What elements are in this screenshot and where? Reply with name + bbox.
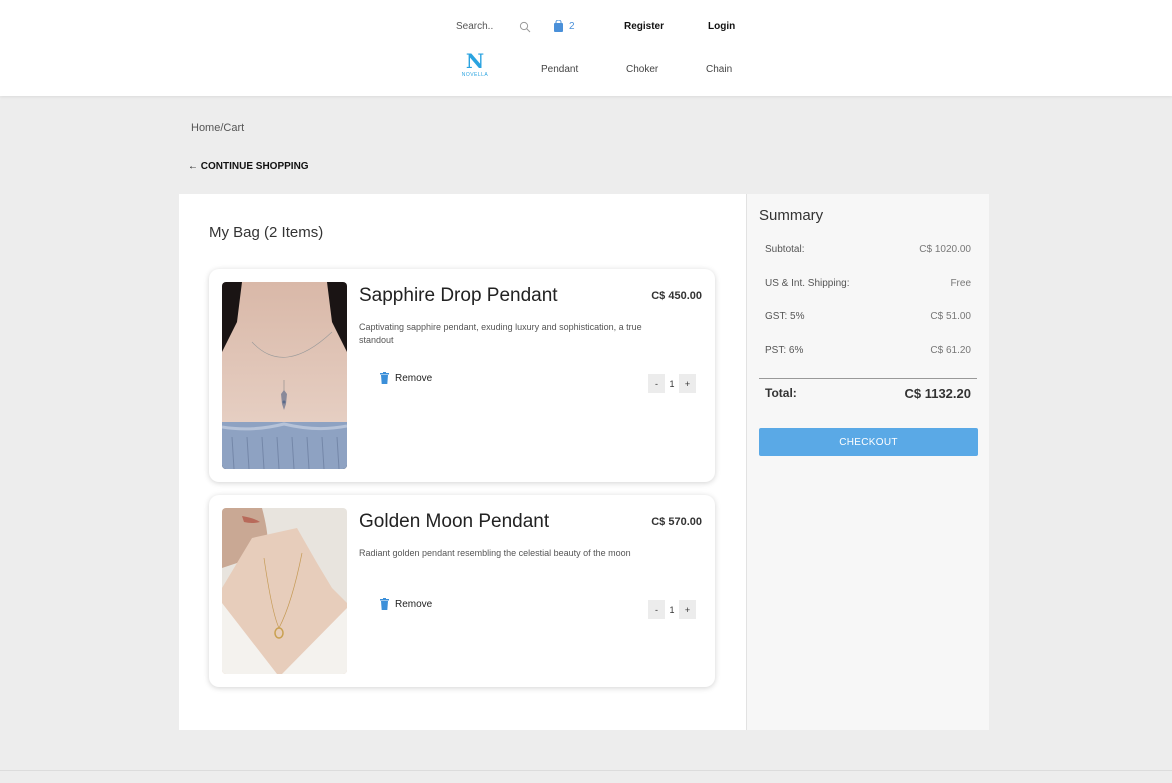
trash-icon bbox=[380, 598, 389, 610]
remove-item-button[interactable]: Remove bbox=[380, 372, 432, 384]
product-name[interactable]: Golden Moon Pendant bbox=[359, 511, 549, 533]
cart-item-card: Golden Moon Pendant C$ 570.00 Radiant go… bbox=[209, 495, 715, 687]
cart-count-badge[interactable]: 2 bbox=[569, 21, 575, 32]
search-input[interactable]: Search.. bbox=[456, 21, 493, 32]
summary-divider bbox=[759, 378, 977, 379]
quantity-stepper: - 1 + bbox=[648, 600, 696, 619]
quantity-decrease-button[interactable]: - bbox=[648, 374, 665, 393]
search-icon[interactable] bbox=[519, 21, 531, 33]
product-description: Radiant golden pendant resembling the ce… bbox=[359, 548, 631, 558]
quantity-stepper: - 1 + bbox=[648, 374, 696, 393]
total-value: C$ 1132.20 bbox=[904, 386, 971, 401]
remove-label: Remove bbox=[395, 598, 433, 610]
summary-value: C$ 51.00 bbox=[930, 311, 971, 322]
checkout-button[interactable]: CHECKOUT bbox=[759, 428, 978, 456]
order-summary-panel: Summary Subtotal: C$ 1020.00 US & Int. S… bbox=[746, 194, 989, 730]
breadcrumb[interactable]: Home/Cart bbox=[191, 122, 244, 134]
quantity-increase-button[interactable]: + bbox=[679, 374, 696, 393]
quantity-decrease-button[interactable]: - bbox=[648, 600, 665, 619]
quantity-increase-button[interactable]: + bbox=[679, 600, 696, 619]
logo-mark: N bbox=[465, 49, 485, 73]
summary-value: C$ 61.20 bbox=[930, 345, 971, 356]
quantity-value: 1 bbox=[669, 378, 675, 389]
summary-row-shipping: US & Int. Shipping: Free bbox=[765, 278, 971, 289]
product-name[interactable]: Sapphire Drop Pendant bbox=[359, 285, 558, 307]
nav-category-choker[interactable]: Choker bbox=[626, 64, 658, 75]
cart-item-card: Sapphire Drop Pendant C$ 450.00 Captivat… bbox=[209, 269, 715, 482]
summary-title: Summary bbox=[759, 207, 824, 224]
product-price: C$ 450.00 bbox=[651, 290, 702, 302]
site-header: Search.. 2 Register Login N NOVELLA Pend… bbox=[0, 0, 1172, 96]
login-link[interactable]: Login bbox=[708, 21, 735, 32]
summary-label: GST: 5% bbox=[765, 311, 805, 322]
product-price: C$ 570.00 bbox=[651, 516, 702, 528]
nav-category-pendant[interactable]: Pendant bbox=[541, 64, 578, 75]
summary-row-gst: GST: 5% C$ 51.00 bbox=[765, 311, 971, 322]
brand-logo[interactable]: N NOVELLA bbox=[460, 49, 490, 78]
summary-row-pst: PST: 6% C$ 61.20 bbox=[765, 345, 971, 356]
nav-category-chain[interactable]: Chain bbox=[706, 64, 732, 75]
trash-icon bbox=[380, 372, 389, 384]
remove-item-button[interactable]: Remove bbox=[380, 598, 432, 610]
total-label: Total: bbox=[765, 386, 797, 400]
logo-wordmark: NOVELLA bbox=[461, 72, 489, 78]
bag-panel: My Bag (2 Items) Sapphire Drop Pendant C… bbox=[179, 194, 746, 730]
summary-label: Subtotal: bbox=[765, 244, 805, 255]
register-link[interactable]: Register bbox=[624, 21, 664, 32]
summary-value: Free bbox=[950, 278, 971, 289]
summary-row-subtotal: Subtotal: C$ 1020.00 bbox=[765, 244, 971, 255]
summary-total: Total: C$ 1132.20 bbox=[765, 386, 971, 401]
summary-label: PST: 6% bbox=[765, 345, 804, 356]
shopping-bag-icon[interactable] bbox=[553, 20, 564, 32]
summary-value: C$ 1020.00 bbox=[919, 244, 971, 255]
quantity-value: 1 bbox=[669, 604, 675, 615]
footer-divider bbox=[0, 770, 1172, 771]
product-image[interactable] bbox=[222, 508, 347, 674]
product-image[interactable] bbox=[222, 282, 347, 469]
bag-title: My Bag (2 Items) bbox=[209, 224, 324, 241]
product-photo-sapphire-pendant bbox=[222, 282, 347, 469]
product-description: Captivating sapphire pendant, exuding lu… bbox=[359, 322, 642, 345]
product-photo-golden-moon-pendant bbox=[222, 508, 347, 674]
continue-shopping-link[interactable]: ← CONTINUE SHOPPING bbox=[188, 161, 309, 172]
remove-label: Remove bbox=[395, 372, 433, 384]
summary-label: US & Int. Shipping: bbox=[765, 278, 850, 289]
